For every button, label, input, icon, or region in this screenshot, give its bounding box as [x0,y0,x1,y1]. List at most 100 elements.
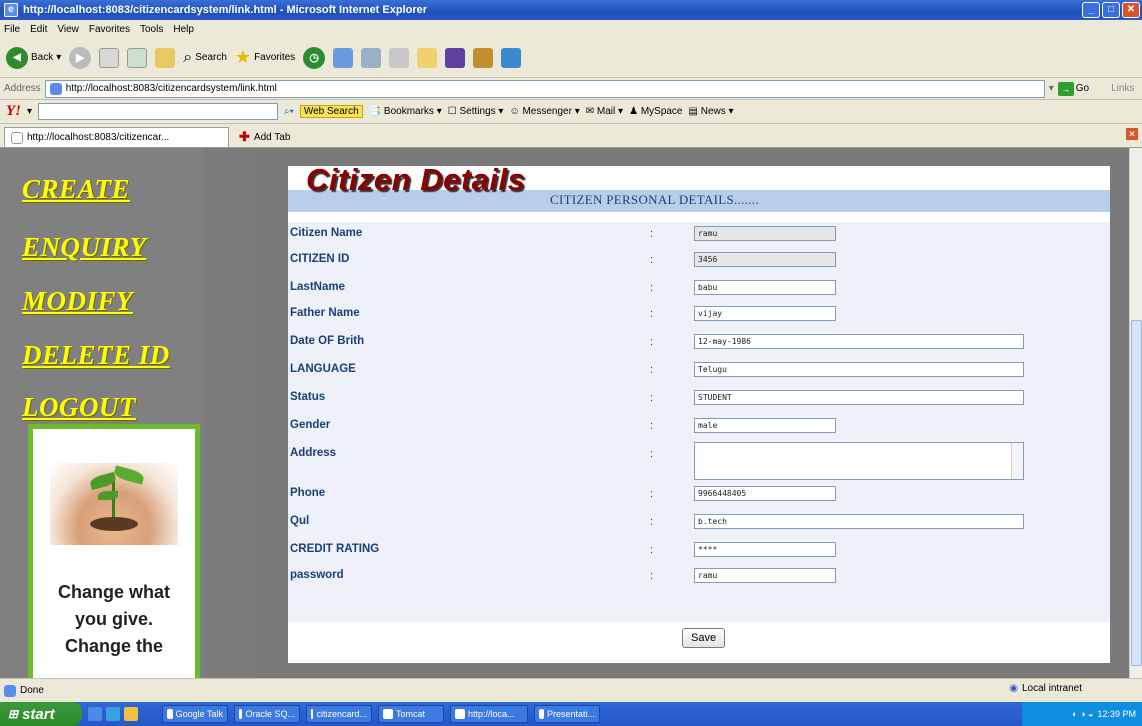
tools-icon[interactable] [501,47,522,68]
maximize-button[interactable]: □ [1102,2,1120,18]
scrollbar-thumb[interactable] [1131,320,1142,666]
favorites-label: Favorites [254,52,296,63]
tray-icons[interactable]: ◐ ◑ ◒ [1072,709,1093,719]
field-input[interactable]: babu [694,280,836,295]
taskbar-item[interactable]: http://loca... [450,705,528,723]
nav-logout-link[interactable]: LOGOUT [22,392,136,423]
back-button[interactable]: ◀ Back ▾ [6,46,61,69]
field-input[interactable]: STUDENT [694,390,1024,405]
refresh-icon[interactable] [127,47,148,68]
search-icon[interactable]: ⌕▾ [284,106,294,117]
field-input[interactable]: vijay [694,306,836,321]
app-icon [239,709,243,719]
go-label: Go [1075,83,1090,94]
menu-help[interactable]: Help [173,24,194,35]
start-button[interactable]: ⊞ start [0,702,82,726]
menu-file[interactable]: File [4,24,20,35]
field-label: Citizen Name [290,227,363,239]
field-input[interactable]: 3456 [694,252,836,267]
myspace-button[interactable]: ♟ MySpace [629,106,682,117]
settings-button[interactable]: ☐ Settings ▾ [448,106,504,117]
promo-banner[interactable]: Change what you give. Change the [28,424,200,678]
history-icon[interactable]: ◷ [303,46,326,69]
taskbar-item[interactable]: Oracle SQ... [234,705,300,723]
address-dropdown-icon[interactable]: ▾ [1049,83,1054,94]
frame-divider [204,148,256,678]
save-button[interactable]: Save [682,628,726,648]
mail-button[interactable]: ✉ Mail ▾ [586,106,623,117]
settings-label: Settings [459,106,496,117]
add-tab-label: Add Tab [253,131,291,143]
field-input[interactable]: b.tech [694,514,1024,529]
field-input[interactable]: ramu [694,226,836,241]
myspace-label: MySpace [640,106,683,117]
taskbar-item[interactable]: Google Talk [162,705,228,723]
research-icon[interactable] [473,47,494,68]
page-scrollbar[interactable] [1129,148,1142,678]
field-label: Gender [290,419,331,431]
media-quicklaunch-icon[interactable] [124,707,138,721]
field-input[interactable]: **** [694,542,836,557]
tab-label: http://localhost:8083/citizencar... [27,132,170,143]
close-tab-icon[interactable]: ✕ [1126,128,1138,140]
stop-icon[interactable] [99,47,120,68]
edit-icon[interactable] [389,47,410,68]
ie-quicklaunch-icon[interactable] [88,707,102,721]
links-label[interactable]: Links [1111,83,1134,94]
menu-edit[interactable]: Edit [30,24,47,35]
bookmarks-button[interactable]: 📑 Bookmarks ▾ [369,106,442,117]
nav-create-link[interactable]: CREATE [22,174,130,205]
desktop-quicklaunch-icon[interactable] [106,707,120,721]
menu-tools[interactable]: Tools [140,24,163,35]
field-input[interactable]: 9966448405 [694,486,836,501]
yahoo-dropdown-icon[interactable]: ▾ [27,106,32,117]
menu-view[interactable]: View [57,24,79,35]
field-label: password [290,569,344,581]
textarea-scrollbar[interactable] [1011,443,1023,479]
field-input[interactable]: male [694,418,836,433]
forward-arrow-icon[interactable]: ▶ [69,46,92,69]
print-icon[interactable] [361,47,382,68]
taskbar-item[interactable]: Presentati... [534,705,600,723]
web-search-button[interactable]: Web Search [299,105,363,118]
news-button[interactable]: ▤ News ▾ [689,106,734,117]
windows-logo-icon: ⊞ [8,707,19,721]
quick-launch [88,707,138,721]
folder-icon[interactable] [417,47,438,68]
messenger-icon[interactable] [445,47,466,68]
taskbar-item[interactable]: citizencard... [306,705,372,723]
address-textarea[interactable] [694,442,1024,480]
address-url: http://localhost:8083/citizencardsystem/… [65,83,277,94]
field-label: CREDIT RATING [290,543,380,555]
page-icon [11,131,23,144]
field-input[interactable]: 12-may-1986 [694,334,1024,349]
ie-icon: e [4,3,18,17]
menu-favorites[interactable]: Favorites [89,24,130,35]
go-arrow-icon: → [1057,81,1074,96]
field-separator: : [650,254,654,266]
add-tab-button[interactable]: ✚ Add Tab [235,127,294,147]
close-button[interactable]: ✕ [1122,2,1140,18]
clock[interactable]: 12:39 PM [1097,709,1136,719]
search-button[interactable]: ⌕ Search [183,49,227,67]
messenger-button[interactable]: ☺ Messenger ▾ [509,106,579,117]
mail-icon[interactable] [333,47,354,68]
plant-image [50,463,178,545]
field-input[interactable]: ramu [694,568,836,583]
nav-delete-id-link[interactable]: DELETE ID [22,340,170,371]
field-input[interactable]: Telugu [694,362,1024,377]
field-label: Address [290,447,337,459]
nav-enquiry-link[interactable]: ENQUIRY [22,232,147,263]
minimize-button[interactable]: _ [1082,2,1100,18]
bookmarks-label: Bookmarks [383,106,434,117]
tab-active[interactable]: http://localhost:8083/citizencar... [4,127,229,147]
favorites-button[interactable]: ★ Favorites [235,47,295,68]
go-button[interactable]: → Go [1057,81,1090,96]
yahoo-search-input[interactable] [38,103,279,120]
address-input[interactable]: http://localhost:8083/citizencardsystem/… [44,79,1045,98]
field-separator: : [650,420,654,432]
yahoo-logo[interactable]: Y! [6,103,21,120]
nav-modify-link[interactable]: MODIFY [22,286,133,317]
taskbar-item[interactable]: Tomcat [378,705,444,723]
home-icon[interactable] [155,47,176,68]
